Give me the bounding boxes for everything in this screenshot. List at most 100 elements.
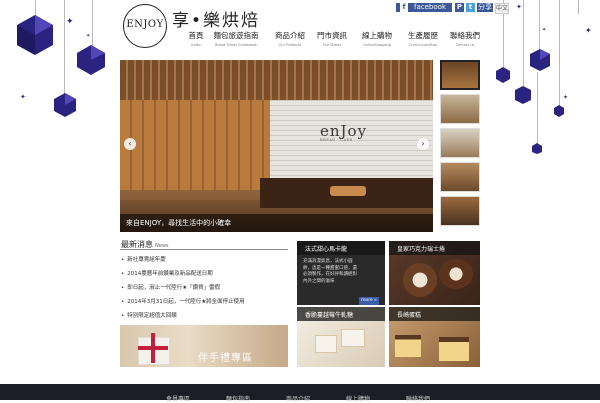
product-tile-macaron[interactable]: 法式甜心馬卡龍 充滿浪漫氣息，法式小圓餅，這是一種甜蜜口感，還必須製作，在好評和… — [297, 241, 385, 305]
nav-label: 生產履歷 — [408, 31, 438, 40]
language-button[interactable]: 中文 — [495, 3, 509, 14]
nav-sublabel: OnlineShopping — [363, 43, 391, 47]
more-button[interactable]: more » — [359, 297, 379, 305]
tile-title: 法式甜心馬卡龍 — [305, 246, 348, 253]
news-item[interactable]: 2014農曆年前鑽業及新品配送日期 — [121, 268, 289, 282]
nav-sublabel: Our Products — [278, 43, 302, 47]
sparkle-icon: ✦ — [516, 3, 522, 11]
sparkle-icon: ✦ — [86, 33, 91, 39]
tile-header: 法式甜心馬卡龍 — [297, 241, 385, 255]
left-hex-gem-ornament — [17, 15, 53, 55]
tile-header: 長崎蛋糕 — [389, 307, 480, 321]
facebook-icon: f — [400, 3, 408, 12]
nav-sublabel: Contact us — [455, 43, 475, 47]
nougat-image — [315, 335, 337, 353]
nav-item-products[interactable]: 商品介紹 Our Products — [274, 30, 306, 47]
twitter-icon[interactable]: t — [466, 3, 475, 12]
footer-link[interactable]: 線上購物 — [346, 394, 370, 403]
tile-title: 皇家巧克力瑞士捲 — [397, 246, 446, 253]
gift-banner[interactable]: 伴手禮專區 — [120, 325, 288, 367]
news-list: 新社專賣組年慶 2014農曆年前鑽業及新品配送日期 即日起，淑止一代陸行★「鑽貨… — [121, 254, 289, 324]
nav-item-index[interactable]: 首頁 Index — [184, 30, 208, 47]
nav-item-guidebook[interactable]: 麵包旅遊指南 Bread Travel Guidebook — [212, 30, 260, 47]
sparkle-icon: ✦ — [542, 27, 547, 33]
nav-item-cv[interactable]: 生產履歷 CurriculumVitae — [406, 30, 440, 47]
nav-label: 首頁 — [188, 31, 204, 40]
right-hex-gem-ornament — [530, 49, 550, 71]
nougat-image — [341, 329, 365, 347]
castella-image — [395, 335, 421, 357]
swiss-roll-image — [439, 259, 473, 289]
chevron-left-icon[interactable]: ‹ — [124, 138, 136, 150]
ornament-string — [92, 0, 93, 46]
nav-item-online-shopping[interactable]: 線上購物 OnlineShopping — [360, 30, 394, 47]
nav-label: 門市資訊 — [317, 31, 347, 40]
plurk-icon[interactable]: P — [455, 3, 464, 12]
nav-sublabel: Index — [191, 43, 201, 47]
sparkle-icon: ✦ — [66, 17, 74, 27]
slide-thumbnail[interactable] — [440, 196, 480, 226]
hero-ceiling — [120, 60, 433, 100]
sparkle-icon: ✦ — [20, 93, 26, 101]
hero-slideshow[interactable]: enJoy BREAD · CAKE ‹ › 來自ENJOY，尋找生活中的小確幸 — [120, 60, 433, 232]
chevron-right-icon[interactable]: › — [417, 138, 429, 150]
ornament-string — [523, 0, 524, 86]
divider — [120, 249, 288, 250]
brand-name: 享•樂烘焙 — [172, 11, 261, 31]
news-title: 最新消息 — [121, 240, 153, 249]
news-item[interactable]: 2014年3月31日起，一代陸行★將全面停止使用 — [121, 296, 289, 310]
ornament-string — [64, 0, 65, 95]
footer-link[interactable]: 商品介紹 — [286, 394, 310, 403]
footer: 會員專區 麵包指南 商品介紹 線上購物 聯絡我們 — [0, 384, 600, 403]
nav-label: 麵包旅遊指南 — [213, 31, 259, 40]
nav-sublabel: Bread Travel Guidebook — [215, 43, 257, 47]
tile-header: 皇家巧克力瑞士捲 — [389, 241, 480, 255]
product-tile-castella[interactable]: 長崎蛋糕 — [389, 307, 480, 367]
facebook-button[interactable]: f facebook — [396, 3, 452, 12]
nav-item-stores[interactable]: 門市資訊 Our Stores — [316, 30, 348, 47]
sparkle-icon: ✦ — [585, 26, 592, 35]
slide-thumbnail[interactable] — [440, 60, 480, 90]
right-hex-gem-ornament — [554, 105, 564, 117]
news-item[interactable]: 即日起，淑止一代陸行★「鑽貨」雷假 — [121, 282, 289, 296]
hero-bread-tray — [330, 186, 366, 196]
main-nav: 首頁 Index 麵包旅遊指南 Bread Travel Guidebook 商… — [184, 30, 481, 48]
sparkle-icon: ✦ — [563, 94, 569, 101]
tile-title: 長崎蛋糕 — [397, 312, 422, 319]
nav-label: 商品介紹 — [275, 31, 305, 40]
ornament-string — [559, 0, 560, 106]
left-hex-gem-ornament — [77, 45, 105, 75]
left-hex-gem-ornament — [54, 93, 76, 117]
logo[interactable]: ENJOY — [123, 4, 167, 48]
slide-thumbnail[interactable] — [440, 162, 480, 192]
right-hex-gem-ornament — [515, 86, 531, 104]
nav-label: 線上購物 — [362, 31, 392, 40]
gift-banner-label: 伴手禮專區 — [198, 353, 253, 364]
tile-description: 充滿浪漫氣息，法式小圓餅，這是一種甜蜜口感，還必須製作，在好評和讀經對內外之間的… — [303, 259, 357, 284]
news-item[interactable]: 特別限定超值大回饋 — [121, 310, 289, 324]
ornament-string — [539, 0, 540, 50]
product-tile-nougat[interactable]: 香脆蔓越莓牛軋糖 — [297, 307, 385, 367]
logo-text: ENJOY — [126, 19, 164, 30]
nav-item-contact[interactable]: 聯絡我們 Contact us — [450, 30, 480, 47]
footer-link[interactable]: 聯絡我們 — [406, 394, 430, 403]
footer-link[interactable]: 會員專區 — [166, 394, 190, 403]
news-item[interactable]: 新社專賣組年慶 — [121, 254, 289, 268]
footer-link[interactable]: 麵包指南 — [226, 394, 250, 403]
castella-image — [439, 337, 469, 361]
right-hex-gem-ornament — [532, 143, 542, 154]
facebook-label: facebook — [414, 3, 446, 11]
product-tile-swiss-roll[interactable]: 皇家巧克力瑞士捲 — [389, 241, 480, 305]
tile-title: 香脆蔓越莓牛軋糖 — [305, 312, 354, 319]
slide-thumbnail[interactable] — [440, 128, 480, 158]
tile-header: 香脆蔓越莓牛軋糖 — [297, 307, 385, 321]
gift-ribbon — [138, 346, 168, 350]
share-button[interactable]: 分享 — [477, 3, 493, 12]
right-hex-gem-ornament — [496, 67, 510, 83]
hero-store-sign: enJoy BREAD · CAKE — [320, 122, 390, 144]
hero-wall-left — [120, 100, 270, 190]
hero-caption-text: 來自ENJOY，尋找生活中的小確幸 — [126, 219, 232, 227]
ornament-string — [578, 0, 579, 14]
nav-sublabel: CurriculumVitae — [408, 43, 438, 47]
slide-thumbnail[interactable] — [440, 94, 480, 124]
